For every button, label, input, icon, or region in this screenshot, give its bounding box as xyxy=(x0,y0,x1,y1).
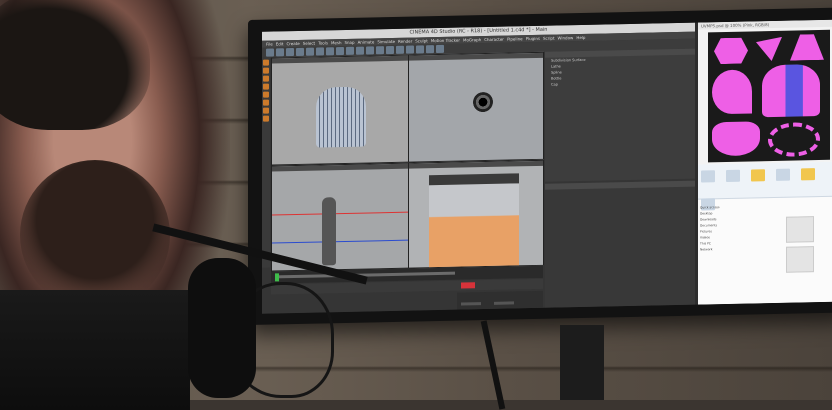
x-axis-line xyxy=(272,211,408,216)
cap-top-view xyxy=(473,91,493,113)
light-icon[interactable] xyxy=(436,44,444,54)
uv-island xyxy=(714,38,748,65)
menu-item[interactable]: Pipeline xyxy=(507,35,523,42)
workplane-icon[interactable] xyxy=(263,115,269,122)
camera-icon[interactable] xyxy=(426,45,434,54)
menu-item[interactable]: Render xyxy=(398,38,412,45)
viewport-right[interactable] xyxy=(271,162,409,272)
select-icon[interactable] xyxy=(286,48,294,57)
menu-item[interactable]: Help xyxy=(576,34,585,41)
y-axis-icon[interactable] xyxy=(336,46,344,56)
folder-icon[interactable] xyxy=(751,169,766,182)
file-thumbnail[interactable] xyxy=(786,246,814,273)
file-explorer: Quick access Desktop Downloads Documents… xyxy=(698,161,832,305)
edges-icon[interactable] xyxy=(263,75,269,82)
monitor: CINEMA 4D Studio (RC - R18) - [Untitled … xyxy=(248,7,832,325)
attribute-manager xyxy=(545,180,695,308)
menu-item[interactable]: Motion Tracker xyxy=(431,37,460,45)
points-icon[interactable] xyxy=(263,67,269,74)
uv-island xyxy=(756,37,782,62)
person-beard xyxy=(20,160,170,310)
viewport-header xyxy=(409,52,543,61)
uv-texture-canvas[interactable] xyxy=(708,29,830,163)
x-axis-icon[interactable] xyxy=(326,47,334,56)
menu-item[interactable]: Script xyxy=(543,35,555,42)
polygons-icon[interactable] xyxy=(263,83,269,90)
viewport-front[interactable] xyxy=(408,159,544,269)
menu-item[interactable]: Simulate xyxy=(377,38,395,45)
microphone xyxy=(188,258,256,398)
uv-icon[interactable] xyxy=(263,91,269,98)
menu-item[interactable]: Create xyxy=(286,40,299,47)
pen-icon[interactable] xyxy=(376,46,384,55)
menu-item[interactable]: Tools xyxy=(318,39,328,46)
file-thumbnail[interactable] xyxy=(786,216,814,243)
coord-field[interactable] xyxy=(461,302,481,306)
tree-item[interactable]: Network xyxy=(700,245,760,252)
uv-island xyxy=(712,69,752,115)
mode-icon[interactable] xyxy=(263,59,269,66)
record-button[interactable] xyxy=(461,282,475,289)
bottle-side-wireframe xyxy=(322,197,336,266)
playhead[interactable] xyxy=(275,273,279,282)
menu-item[interactable]: Window xyxy=(558,34,574,41)
explorer-tree: Quick access Desktop Downloads Documents… xyxy=(700,203,760,300)
menu-item[interactable]: Animate xyxy=(358,38,375,45)
deformer-icon[interactable] xyxy=(406,45,414,54)
render-icon[interactable] xyxy=(356,46,364,55)
uv-island xyxy=(790,34,824,61)
copy-icon[interactable] xyxy=(701,170,715,183)
menu-item[interactable]: Snap xyxy=(344,39,354,46)
person-shirt xyxy=(0,290,190,410)
uv-island xyxy=(762,64,820,118)
move-icon[interactable] xyxy=(296,47,304,56)
coord-field[interactable] xyxy=(494,301,515,305)
rotate-icon[interactable] xyxy=(316,47,324,56)
menu-item[interactable]: Sculpt xyxy=(415,37,428,44)
coordinates-manager xyxy=(457,290,543,310)
image-editor-title: UVMPS.psd @ 100% (Pink, RGB/8) xyxy=(698,19,832,30)
scale-icon[interactable] xyxy=(306,47,314,56)
viewport-header xyxy=(272,55,408,64)
z-axis-icon[interactable] xyxy=(346,46,354,55)
viewport-header xyxy=(272,163,408,172)
properties-icon[interactable] xyxy=(776,168,791,181)
monitor-stand xyxy=(560,325,604,400)
array-icon[interactable] xyxy=(396,45,404,54)
viewport-top[interactable] xyxy=(408,51,544,163)
menu-item[interactable]: Mesh xyxy=(331,39,342,46)
paste-icon[interactable] xyxy=(726,169,741,182)
monitor-screen: CINEMA 4D Studio (RC - R18) - [Untitled … xyxy=(262,19,832,314)
explorer-ribbon xyxy=(698,161,832,211)
snap-icon[interactable] xyxy=(263,107,269,114)
subdivision-icon[interactable] xyxy=(386,45,394,55)
uv-cap-ring xyxy=(768,122,820,158)
person-hair xyxy=(0,0,150,130)
uv-island xyxy=(712,121,760,157)
viewport-header xyxy=(409,160,543,169)
menu-item[interactable]: Plugins xyxy=(526,35,540,42)
viewport-perspective[interactable] xyxy=(271,54,409,166)
undo-icon[interactable] xyxy=(266,48,274,57)
menu-item[interactable]: File xyxy=(266,40,273,47)
menu-item[interactable]: Edit xyxy=(276,40,284,47)
object-manager: Subdivision Surface Lathe Spline Bottle … xyxy=(545,48,695,182)
bottle-neck-render xyxy=(429,173,519,269)
bottle-cap-wireframe xyxy=(316,86,366,148)
explorer-thumbnails xyxy=(770,212,830,293)
new-folder-icon[interactable] xyxy=(801,168,816,181)
image-editor-window: UVMPS.psd @ 100% (Pink, RGB/8) Quick acc… xyxy=(698,19,832,305)
menu-item[interactable]: Select xyxy=(303,40,315,47)
z-axis-line xyxy=(272,239,408,244)
cube-icon[interactable] xyxy=(366,46,374,55)
attribute-manager-header xyxy=(545,180,695,190)
axis-icon[interactable] xyxy=(263,99,269,106)
menu-item[interactable]: MoGraph xyxy=(463,36,481,43)
redo-icon[interactable] xyxy=(276,48,284,57)
floor-icon[interactable] xyxy=(416,45,424,54)
c4d-left-toolbar xyxy=(262,57,270,268)
menu-item[interactable]: Character xyxy=(484,36,504,43)
